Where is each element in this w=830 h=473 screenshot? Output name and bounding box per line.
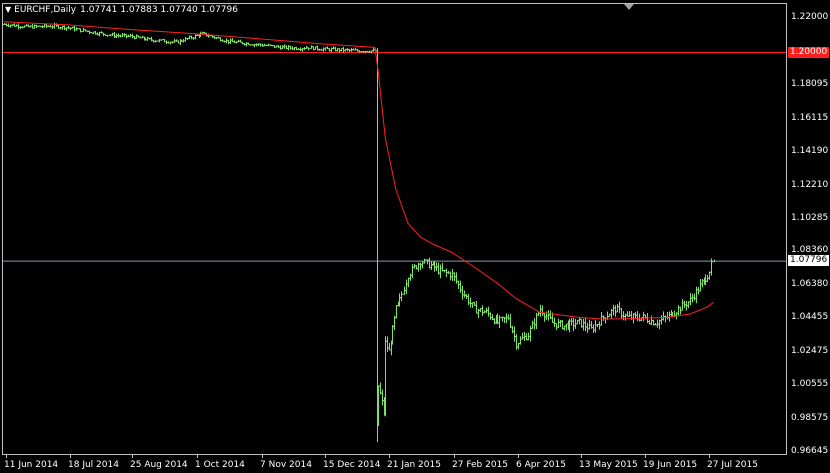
time-tick-mark xyxy=(6,455,7,458)
time-tick-label: 25 Aug 2014 xyxy=(130,460,188,470)
price-tick-label: 1.04455 xyxy=(791,312,829,322)
price-tick-label: 1.16115 xyxy=(791,113,829,123)
time-tick-label: 27 Feb 2015 xyxy=(452,460,509,470)
time-tick-label: 27 Jul 2015 xyxy=(707,460,758,470)
time-tick-label: 7 Nov 2014 xyxy=(260,460,312,470)
time-tick-mark xyxy=(454,455,455,458)
time-tick-label: 21 Jan 2015 xyxy=(387,460,441,470)
time-tick-label: 13 May 2015 xyxy=(579,460,638,470)
time-tick-label: 19 Jun 2015 xyxy=(643,460,698,470)
time-tick-mark xyxy=(325,455,326,458)
time-tick-label: 15 Dec 2014 xyxy=(323,460,381,470)
time-tick-mark xyxy=(389,455,390,458)
price-tick-label: 1.18095 xyxy=(791,79,829,89)
price-tick-label: 1.10285 xyxy=(791,213,829,223)
chart-header: ▼ EURCHF,Daily 1.07741 1.07883 1.07740 1.0779… xyxy=(5,5,241,15)
low-value: 1.07740 xyxy=(160,5,198,15)
price-tick-label: 1.00555 xyxy=(791,379,829,389)
time-tick-label: 6 Apr 2015 xyxy=(516,460,566,470)
time-axis[interactable]: 11 Jun 2014 18 Jul 2014 25 Aug 2014 1 Oct 2… xyxy=(2,455,787,473)
price-tick-label: 1.14190 xyxy=(791,146,829,156)
price-tick-label: 1.02475 xyxy=(791,346,829,356)
level-price-label: 1.20000 xyxy=(788,47,830,58)
price-axis[interactable]: 1.22000 1.20000 1.18095 1.16115 1.14190 1.122… xyxy=(787,3,830,456)
time-tick-mark xyxy=(518,455,519,458)
bid-price-label: 1.07796 xyxy=(788,255,830,266)
high-value: 1.07883 xyxy=(120,5,158,15)
chart-frame xyxy=(2,3,787,455)
time-tick-label: 1 Oct 2014 xyxy=(195,460,245,470)
close-value: 1.07796 xyxy=(200,5,238,15)
time-tick-mark xyxy=(70,455,71,458)
time-tick-label: 11 Jun 2014 xyxy=(4,460,59,470)
price-tick-label: 0.96645 xyxy=(791,446,829,456)
time-tick-mark xyxy=(262,455,263,458)
time-tick-label: 18 Jul 2014 xyxy=(68,460,119,470)
price-tick-label: 1.06380 xyxy=(791,279,829,289)
price-tick-label: 1.22000 xyxy=(791,12,829,22)
chart-shift-marker[interactable] xyxy=(624,4,634,10)
price-tick-label: 0.98575 xyxy=(791,413,829,423)
time-tick-mark xyxy=(132,455,133,458)
symbol-label: EURCHF,Daily xyxy=(14,5,77,15)
time-tick-mark xyxy=(709,455,710,458)
price-tick-label: 1.12210 xyxy=(791,180,829,190)
time-tick-mark xyxy=(197,455,198,458)
time-tick-mark xyxy=(645,455,646,458)
chart-window[interactable]: ▼ EURCHF,Daily 1.07741 1.07883 1.07740 1.0779… xyxy=(0,0,830,473)
time-tick-mark xyxy=(581,455,582,458)
open-value: 1.07741 xyxy=(80,5,118,15)
triangle-down-icon[interactable]: ▼ xyxy=(5,5,11,14)
